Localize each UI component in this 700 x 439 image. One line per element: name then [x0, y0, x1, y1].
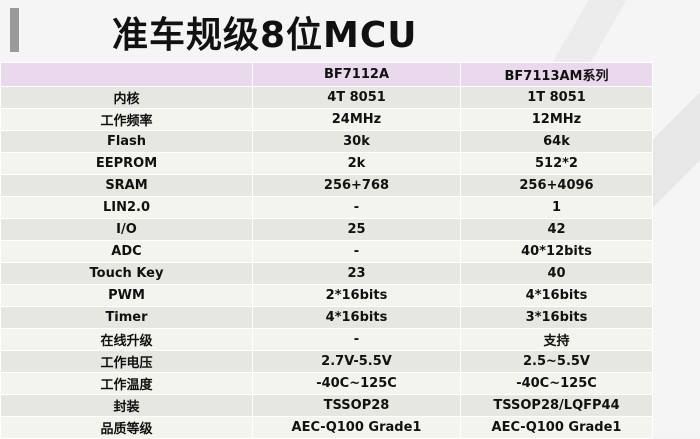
cell-bf7112a: TSSOP28 [252, 394, 461, 417]
cell-bf7112a: - [252, 240, 461, 263]
row-label: LIN2.0 [0, 196, 253, 219]
table-body: 内核 4T 8051 1T 8051 工作频率 24MHz 12MHz Flash 30k 64… [0, 86, 653, 439]
table-row: 工作温度 -40C~125C -40C~125C [0, 372, 653, 395]
table-row: ADC -40*12bits [0, 240, 653, 263]
table-row: 内核 4T 8051 1T 8051 [0, 86, 653, 109]
cell-bf7112a: 25 [252, 218, 461, 241]
row-label: Timer [0, 306, 253, 329]
table-row: Flash 30k 64k [0, 130, 653, 153]
cell-bf7112a: 256+768 [252, 174, 461, 197]
row-label: 工作频率 [0, 108, 253, 131]
table-row: 工作电压 2.7V-5.5V 2.5~5.5V [0, 350, 653, 373]
cell-bf7112a: 24MHz [252, 108, 461, 131]
header-cell-empty [0, 62, 253, 87]
table-row: 在线升级 - 支持 [0, 328, 653, 351]
cell-bf7113am: TSSOP28/LQFP44 [460, 394, 653, 417]
row-label: EEPROM [0, 152, 253, 175]
table-row: SRAM 256+768 256+4096 [0, 174, 653, 197]
spec-comparison-table: BF7112A BF7113AM系列 内核 4T 8051 1T 8051 工作频率 2… [0, 62, 653, 439]
cell-bf7113am: 42 [460, 218, 653, 241]
cell-bf7113am: 512*2 [460, 152, 653, 175]
row-label: 在线升级 [0, 328, 253, 351]
table-row: 品质等级 AEC-Q100 Grade1 AEC-Q100 Grade1 [0, 416, 653, 439]
cell-bf7112a: -40C~125C [252, 372, 461, 395]
row-label: PWM [0, 284, 253, 307]
row-label: Touch Key [0, 262, 253, 285]
table-row: Touch Key 23 40 [0, 262, 653, 285]
row-label: 工作电压 [0, 350, 253, 373]
cell-bf7113am: 1T 8051 [460, 86, 653, 109]
cell-bf7113am: 12MHz [460, 108, 653, 131]
cell-bf7112a: 30k [252, 130, 461, 153]
cell-bf7112a: AEC-Q100 Grade1 [252, 416, 461, 439]
table-row: I/O 25 42 [0, 218, 653, 241]
cell-bf7113am: AEC-Q100 Grade1 [460, 416, 653, 439]
header-cell-bf7112a: BF7112A [252, 62, 461, 87]
cell-bf7113am: 40 [460, 262, 653, 285]
cell-bf7112a: 2.7V-5.5V [252, 350, 461, 373]
slide-title: 准车规级8位MCU [112, 15, 418, 56]
slide-background: 准车规级8位MCU BF7112A BF7113AM系列 内核 4T 8051 1T… [0, 0, 700, 439]
cell-bf7113am: -40C~125C [460, 372, 653, 395]
row-label: SRAM [0, 174, 253, 197]
cell-bf7113am: 2.5~5.5V [460, 350, 653, 373]
cell-bf7113am: 支持 [460, 328, 653, 351]
row-label: Flash [0, 130, 253, 153]
cell-bf7112a: 23 [252, 262, 461, 285]
row-label: 品质等级 [0, 416, 253, 439]
header-row: BF7112A BF7113AM系列 [0, 62, 653, 87]
cell-bf7113am: 3*16bits [460, 306, 653, 329]
header-cell-bf7113am: BF7113AM系列 [460, 62, 653, 87]
cell-bf7112a: 2*16bits [252, 284, 461, 307]
table-header: BF7112A BF7113AM系列 [0, 62, 653, 87]
cell-bf7112a: - [252, 196, 461, 219]
row-label: I/O [0, 218, 253, 241]
cell-bf7113am: 1 [460, 196, 653, 219]
row-label: ADC [0, 240, 253, 263]
row-label: 内核 [0, 86, 253, 109]
cell-bf7112a: 4T 8051 [252, 86, 461, 109]
table-row: 封装 TSSOP28 TSSOP28/LQFP44 [0, 394, 653, 417]
table-row: EEPROM 2k 512*2 [0, 152, 653, 175]
cell-bf7112a: 2k [252, 152, 461, 175]
row-label: 封装 [0, 394, 253, 417]
table-row: 工作频率 24MHz 12MHz [0, 108, 653, 131]
cell-bf7113am: 4*16bits [460, 284, 653, 307]
cell-bf7113am: 64k [460, 130, 653, 153]
cell-bf7112a: 4*16bits [252, 306, 461, 329]
table-row: PWM 2*16bits 4*16bits [0, 284, 653, 307]
table-row: LIN2.0-1 [0, 196, 653, 219]
cell-bf7113am: 256+4096 [460, 174, 653, 197]
cell-bf7113am: 40*12bits [460, 240, 653, 263]
table-row: Timer 4*16bits 3*16bits [0, 306, 653, 329]
cell-bf7112a: - [252, 328, 461, 351]
row-label: 工作温度 [0, 372, 253, 395]
title-accent-bar [10, 8, 19, 52]
